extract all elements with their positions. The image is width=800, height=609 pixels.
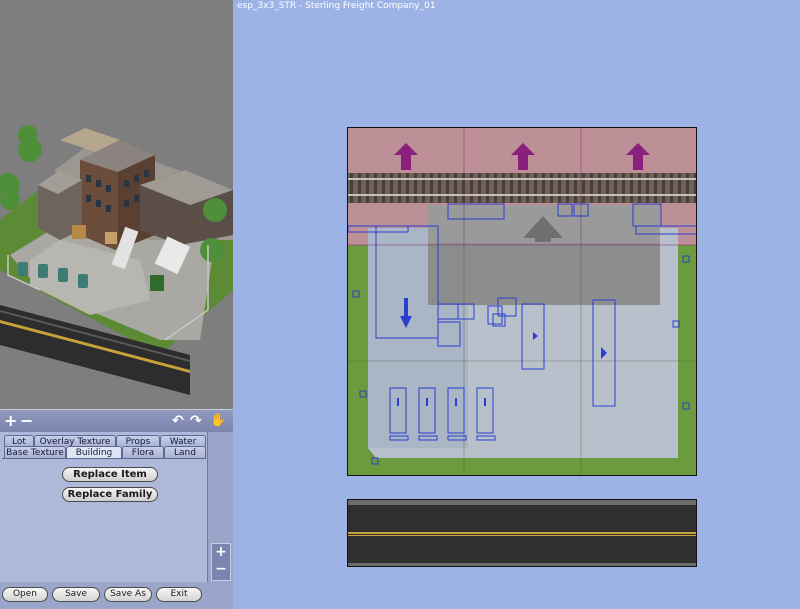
lot-grid-editor[interactable] (347, 127, 697, 476)
tab-area: Lot Overlay Texture Props Water Base Tex… (0, 432, 208, 582)
remove-icon[interactable]: − (20, 412, 33, 430)
replace-item-button[interactable]: Replace Item (62, 467, 158, 482)
window-title: esp_3x3_STR - Sterling Freight Company_0… (237, 1, 436, 11)
tab-land[interactable]: Land (164, 446, 206, 458)
open-button[interactable]: Open (2, 587, 48, 602)
tab-building[interactable]: Building (66, 446, 122, 458)
zoom-out-icon[interactable]: − (212, 561, 230, 578)
exit-button[interactable]: Exit (156, 587, 202, 602)
bottom-bar: Open Save Save As Exit (0, 582, 233, 609)
tab-base-texture[interactable]: Base Texture (4, 446, 66, 458)
zoom-in-icon[interactable]: + (212, 544, 230, 561)
road-texture (348, 500, 696, 566)
road-strip-preview (347, 499, 697, 567)
preview-toolbar: + − ↶ ↷ ✋ (0, 409, 233, 432)
tab-flora[interactable]: Flora (122, 446, 164, 458)
hand-icon[interactable]: ✋ (210, 412, 226, 430)
lot-grid-canvas (348, 128, 696, 475)
replace-family-button[interactable]: Replace Family (62, 487, 158, 502)
left-panel: + − ↶ ↷ ✋ Lot Overlay Texture Props Wate… (0, 0, 233, 609)
rotate-left-icon[interactable]: ↶ (172, 412, 184, 430)
rotate-right-icon[interactable]: ↷ (190, 412, 202, 430)
save-as-button[interactable]: Save As (104, 587, 152, 602)
lot-3d-preview[interactable] (0, 0, 233, 409)
isometric-lot-render (0, 0, 233, 409)
save-button[interactable]: Save (52, 587, 100, 602)
add-icon[interactable]: + (4, 412, 17, 430)
building-tab-content: Replace Item Replace Family (2, 458, 206, 580)
zoom-control: + − (211, 543, 231, 581)
